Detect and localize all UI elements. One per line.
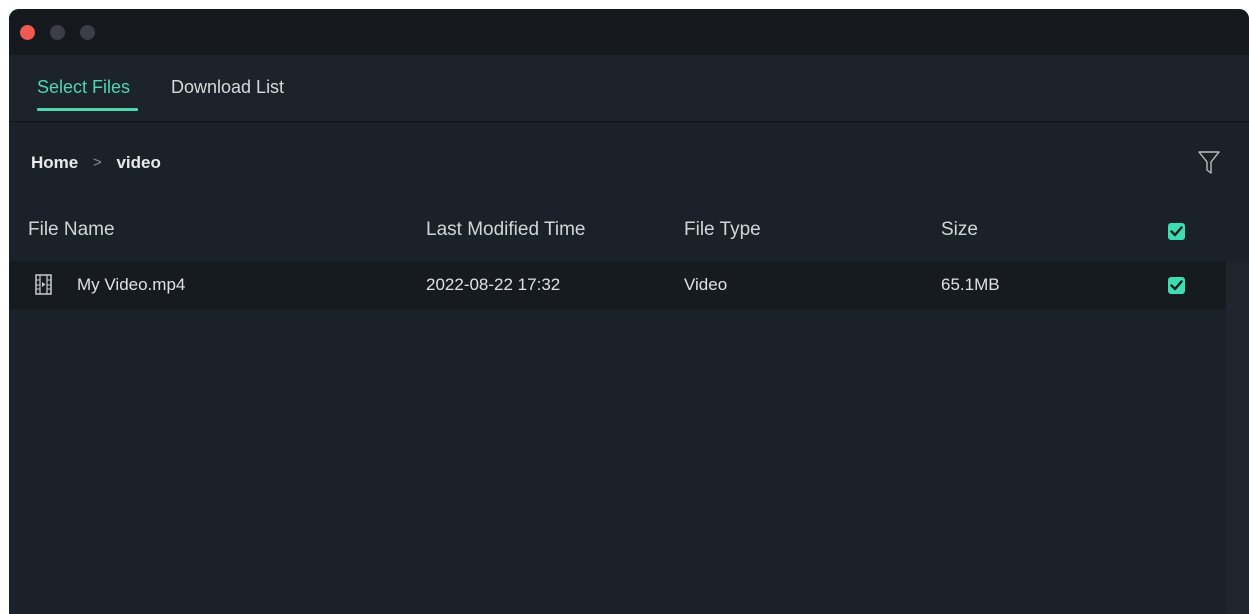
column-header-file-name[interactable]: File Name <box>28 219 115 241</box>
app-window: Select Files Download List Home > video … <box>9 9 1249 614</box>
table-row[interactable]: My Video.mp4 2022-08-22 17:32 Video 65.1… <box>9 261 1226 309</box>
minimize-window-button[interactable] <box>50 25 65 40</box>
breadcrumb-item-video[interactable]: video <box>116 153 160 173</box>
breadcrumb-separator: > <box>92 154 102 172</box>
breadcrumb: Home > video <box>31 152 161 173</box>
tab-download-list[interactable]: Download List <box>171 77 284 98</box>
column-header-last-modified[interactable]: Last Modified Time <box>426 219 585 241</box>
maximize-window-button[interactable] <box>80 25 95 40</box>
row-checkbox[interactable] <box>1168 277 1185 294</box>
close-window-button[interactable] <box>20 25 35 40</box>
checkmark-icon <box>1170 280 1183 291</box>
tab-bar: Select Files Download List <box>9 55 1249 122</box>
filter-button[interactable] <box>1197 150 1221 176</box>
file-modified-time: 2022-08-22 17:32 <box>426 275 561 294</box>
breadcrumb-item-home[interactable]: Home <box>31 153 78 173</box>
file-type: Video <box>684 275 728 294</box>
scrollbar-track[interactable] <box>1226 261 1249 614</box>
select-all-checkbox[interactable] <box>1168 223 1185 240</box>
column-header-size[interactable]: Size <box>941 219 978 241</box>
active-tab-indicator <box>37 108 138 111</box>
file-name: My Video.mp4 <box>77 275 186 294</box>
video-file-icon <box>35 274 52 295</box>
tab-select-files[interactable]: Select Files <box>37 77 130 98</box>
column-header-file-type[interactable]: File Type <box>684 219 761 241</box>
file-size: 65.1MB <box>941 275 1000 294</box>
checkmark-icon <box>1170 226 1183 237</box>
filter-icon <box>1198 151 1220 174</box>
title-bar <box>9 9 1249 55</box>
